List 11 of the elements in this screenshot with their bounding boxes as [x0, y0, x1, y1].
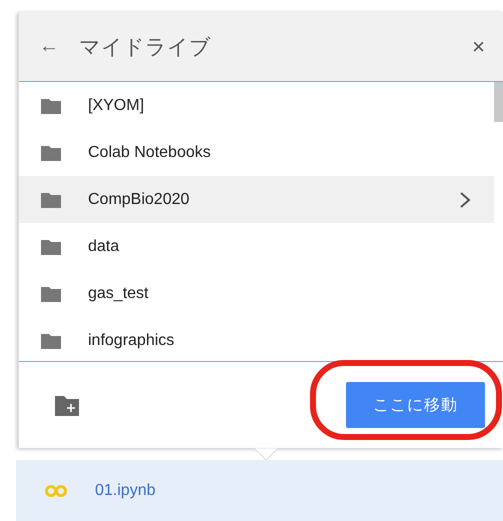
folder-row[interactable]: data — [19, 223, 494, 270]
folder-row[interactable]: CompBio2020 — [19, 176, 494, 223]
folder-row[interactable]: infographics — [19, 317, 494, 361]
folder-row[interactable]: [XYOM] — [19, 82, 494, 129]
back-arrow[interactable]: ← — [39, 35, 79, 58]
folder-row[interactable]: Colab Notebooks — [19, 129, 494, 176]
close-button[interactable]: × — [472, 34, 485, 60]
dialog-title: マイドライブ — [79, 34, 212, 60]
file-name[interactable]: 01.ipynb — [95, 482, 156, 500]
move-here-button[interactable]: ここに移動 — [346, 382, 485, 428]
folder-row[interactable]: gas_test — [19, 270, 494, 317]
